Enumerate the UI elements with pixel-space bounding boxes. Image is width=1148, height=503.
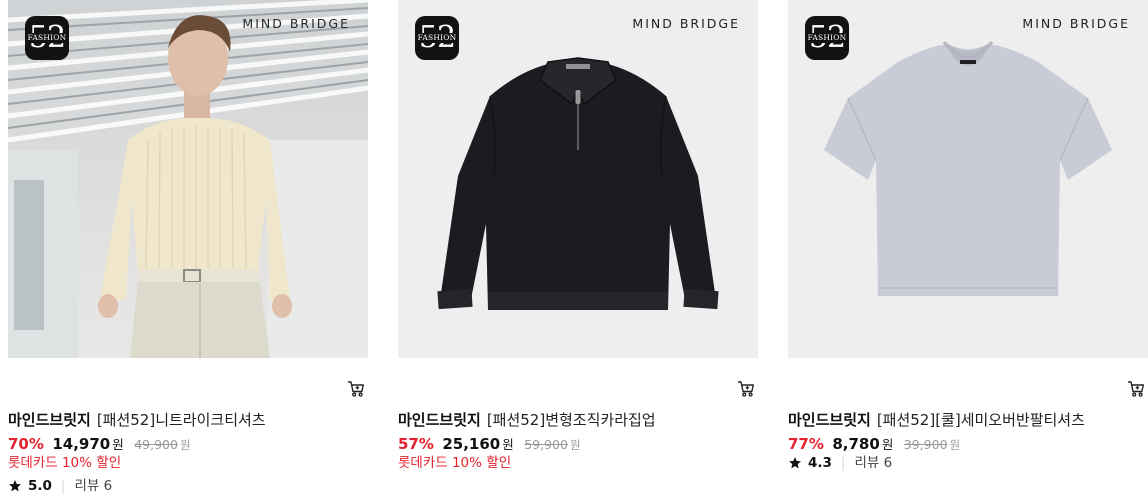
original-price: 59,900 — [524, 437, 568, 452]
product-title[interactable]: 마인드브릿지 [패션52]니트라이크티셔츠 — [8, 410, 266, 430]
discount-rate: 57% — [398, 435, 434, 453]
card-discount-promo: 롯데카드 10% 할인 — [8, 455, 122, 471]
discount-rate: 70% — [8, 435, 44, 453]
cart-icon — [1127, 381, 1144, 397]
original-currency-unit: 원 — [949, 438, 961, 452]
rating-score: 5.0 — [28, 478, 52, 494]
brand-watermark: MIND BRIDGE — [632, 16, 740, 31]
rating-score: 4.3 — [808, 455, 832, 471]
rating-divider: | — [840, 455, 846, 471]
sale-price: 8,780 — [832, 435, 880, 453]
product-name: [패션52][쿨]세미오버반팔티셔츠 — [876, 411, 1085, 429]
product-title[interactable]: 마인드브릿지 [패션52]변형조직카라집업 — [398, 410, 656, 430]
original-currency-unit: 원 — [569, 438, 581, 452]
star-icon — [789, 457, 801, 469]
product-image[interactable]: 52 FASHION MIND BRIDGE — [8, 0, 368, 358]
original-currency-unit: 원 — [179, 438, 191, 452]
price-row: 57% 25,160 원 59,900 원 — [398, 434, 581, 455]
logo-word: FASHION — [415, 33, 459, 43]
brand-watermark: MIND BRIDGE — [1022, 16, 1130, 31]
product-name: [패션52]니트라이크티셔츠 — [96, 411, 266, 429]
product-image[interactable]: 52 FASHION MIND BRIDGE — [788, 0, 1148, 358]
fashion52-logo: 52 FASHION — [415, 16, 459, 60]
product-title[interactable]: 마인드브릿지 [패션52][쿨]세미오버반팔티셔츠 — [788, 410, 1085, 430]
star-icon — [9, 480, 21, 492]
brand-name: 마인드브릿지 — [788, 411, 871, 429]
product-card[interactable]: 52 FASHION MIND BRIDGE 마인드브릿지 [패션52]변형조직카… — [398, 0, 758, 503]
sale-price: 25,160 — [442, 435, 501, 453]
rating-divider: | — [60, 478, 66, 494]
product-name: [패션52]변형조직카라집업 — [486, 411, 656, 429]
currency-unit: 원 — [881, 437, 894, 452]
logo-word: FASHION — [25, 33, 69, 43]
brand-name: 마인드브릿지 — [8, 411, 91, 429]
product-card[interactable]: 52 FASHION MIND BRIDGE 마인드브릿지 [패션52][쿨]세미… — [788, 0, 1148, 503]
logo-word: FASHION — [805, 33, 849, 43]
rating-row: 5.0 | 리뷰 6 — [8, 477, 112, 495]
price-row: 70% 14,970 원 49,900 원 — [8, 434, 191, 455]
review-count: 리뷰 6 — [74, 478, 113, 494]
original-price: 39,900 — [903, 437, 948, 452]
cart-icon — [737, 381, 754, 397]
currency-unit: 원 — [502, 437, 514, 452]
card-discount-promo: 롯데카드 10% 할인 — [398, 455, 512, 471]
product-grid: 52 FASHION MIND BRIDGE 마인드브릿지 [패션52]니트라이크… — [0, 0, 1148, 503]
add-to-cart-button[interactable] — [736, 379, 756, 399]
add-to-cart-button[interactable] — [1126, 379, 1146, 399]
cart-icon — [347, 381, 364, 397]
sale-price: 14,970 — [52, 435, 111, 453]
brand-watermark: MIND BRIDGE — [242, 16, 350, 31]
brand-name: 마인드브릿지 — [398, 411, 481, 429]
currency-unit: 원 — [112, 437, 124, 452]
product-card[interactable]: 52 FASHION MIND BRIDGE 마인드브릿지 [패션52]니트라이크… — [8, 0, 368, 503]
rating-row: 4.3 | 리뷰 6 — [788, 454, 892, 472]
price-row: 77% 8,780 원 39,900 원 — [788, 434, 960, 455]
fashion52-logo: 52 FASHION — [25, 16, 69, 60]
product-image[interactable]: 52 FASHION MIND BRIDGE — [398, 0, 758, 358]
fashion52-logo: 52 FASHION — [805, 16, 849, 60]
add-to-cart-button[interactable] — [346, 379, 366, 399]
original-price: 49,900 — [134, 437, 178, 452]
review-count: 리뷰 6 — [854, 455, 893, 471]
discount-rate: 77% — [788, 435, 824, 453]
